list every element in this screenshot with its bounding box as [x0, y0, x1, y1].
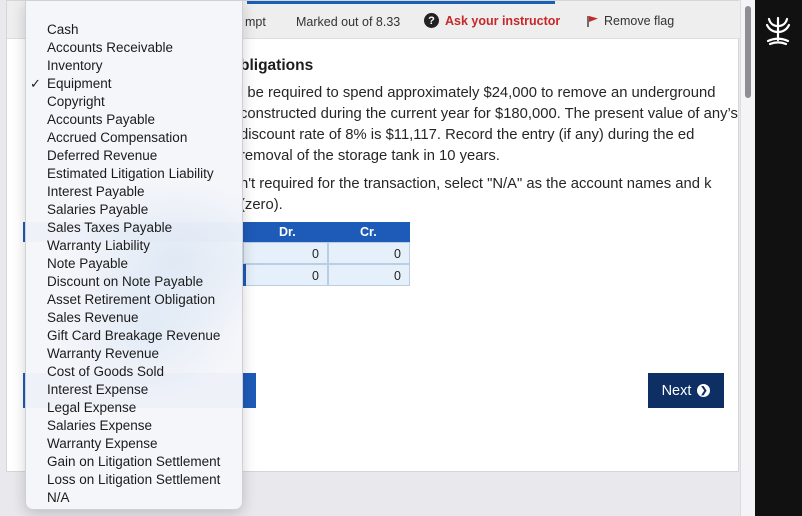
dropdown-option-label: Equipment	[47, 76, 112, 91]
dropdown-option[interactable]: Warranty Liability	[26, 237, 242, 255]
dropdown-option-label: Cost of Goods Sold	[47, 364, 165, 379]
dropdown-option-label: Warranty Liability	[47, 238, 151, 253]
dropdown-option-label: Salaries Payable	[47, 202, 149, 217]
dropdown-option[interactable]: Interest Expense	[26, 381, 242, 399]
debit-input-row-2[interactable]: 0	[243, 264, 328, 286]
dropdown-option-label: Interest Expense	[47, 382, 149, 397]
dropdown-option-label: Copyright	[47, 94, 105, 109]
remove-flag-button[interactable]: Remove flag	[587, 14, 674, 28]
question-mark-icon: ?	[424, 13, 439, 28]
dropdown-option[interactable]: Copyright	[26, 93, 242, 111]
dropdown-option[interactable]: Interest Payable	[26, 183, 242, 201]
account-dropdown-menu[interactable]: Cash Accounts Receivable Inventory ✓ Equipme…	[25, 0, 243, 510]
scrollbar-thumb[interactable]	[745, 6, 751, 98]
dropdown-option-label: Sales Revenue	[47, 310, 139, 325]
brand-logo-icon	[765, 16, 791, 46]
dropdown-option[interactable]: Cash	[26, 21, 242, 39]
marked-out-of: Marked out of 8.33	[296, 15, 401, 29]
flag-icon	[587, 15, 598, 27]
dropdown-option[interactable]: Sales Revenue	[26, 309, 242, 327]
dropdown-option-label: Gain on Litigation Settlement	[47, 454, 221, 469]
dropdown-option-label: Warranty Expense	[47, 436, 158, 451]
dropdown-option-label: Accrued Compensation	[47, 130, 188, 145]
dropdown-option-label: Gift Card Breakage Revenue	[47, 328, 221, 343]
progress-line	[247, 1, 555, 4]
dropdown-option[interactable]: Discount on Note Payable	[26, 273, 242, 291]
account-select-focus-edge	[243, 264, 246, 286]
next-label: Next	[661, 382, 692, 399]
dropdown-option[interactable]: Accounts Payable	[26, 111, 242, 129]
dropdown-option-label: N/A	[47, 490, 70, 505]
dropdown-option[interactable]: ✓ Equipment	[26, 75, 242, 93]
dr-column-header: Dr.	[279, 225, 296, 239]
ask-instructor-label: Ask your instructor	[445, 13, 561, 28]
dropdown-option-label: Deferred Revenue	[47, 148, 158, 163]
remove-flag-label: Remove flag	[604, 14, 675, 28]
right-side-panel	[755, 0, 802, 516]
dropdown-option[interactable]: Deferred Revenue	[26, 147, 242, 165]
cr-column-header: Cr.	[360, 225, 377, 239]
dropdown-option[interactable]: Warranty Expense	[26, 435, 242, 453]
dropdown-option-label: Discount on Note Payable	[47, 274, 204, 289]
attempt-text: mpt	[245, 15, 266, 29]
dropdown-option[interactable]: Warranty Revenue	[26, 345, 242, 363]
dropdown-option-label: Cash	[47, 22, 79, 37]
dropdown-option-label: Sales Taxes Payable	[47, 220, 173, 235]
debit-input-row-1[interactable]: 0	[243, 242, 328, 264]
dropdown-option-label: Accounts Receivable	[47, 40, 174, 55]
dropdown-option[interactable]: Asset Retirement Obligation	[26, 291, 242, 309]
instruction-text: n't required for the transaction, select…	[240, 176, 712, 213]
credit-input-row-2[interactable]: 0	[328, 264, 410, 286]
dropdown-option-label: Interest Payable	[47, 184, 145, 199]
dropdown-option[interactable]: Sales Taxes Payable	[26, 219, 242, 237]
question-text: l be required to spend approximately $24…	[240, 85, 738, 164]
ask-instructor-link[interactable]: ? Ask your instructor	[424, 13, 560, 28]
dropdown-option[interactable]: Estimated Litigation Liability	[26, 165, 242, 183]
dropdown-option-label: Estimated Litigation Liability	[47, 166, 214, 181]
dropdown-option[interactable]: Gain on Litigation Settlement	[26, 453, 242, 471]
dropdown-option-label: Asset Retirement Obligation	[47, 292, 216, 307]
dropdown-option-label: Accounts Payable	[47, 112, 156, 127]
dropdown-option-label: Inventory	[47, 58, 103, 73]
dropdown-option[interactable]: Accounts Receivable	[26, 39, 242, 57]
checkmark-icon: ✓	[30, 76, 41, 91]
dropdown-option-label: Loss on Litigation Settlement	[47, 472, 221, 487]
dropdown-option-label: Note Payable	[47, 256, 129, 271]
dropdown-option-label: Warranty Revenue	[47, 346, 160, 361]
dropdown-option[interactable]: Accrued Compensation	[26, 129, 242, 147]
dropdown-option[interactable]: Note Payable	[26, 255, 242, 273]
question-heading: bligations	[240, 57, 314, 74]
dropdown-option[interactable]: Inventory	[26, 57, 242, 75]
dropdown-option[interactable]: Salaries Expense	[26, 417, 242, 435]
dropdown-option[interactable]: Cost of Goods Sold	[26, 363, 242, 381]
dropdown-option[interactable]: N/A	[26, 489, 242, 507]
dropdown-option[interactable]: Legal Expense	[26, 399, 242, 417]
dropdown-option[interactable]: Loss on Litigation Settlement	[26, 471, 242, 489]
next-button[interactable]: Next ❯	[648, 373, 724, 408]
dropdown-option[interactable]: Gift Card Breakage Revenue	[26, 327, 242, 345]
dropdown-option[interactable]: Salaries Payable	[26, 201, 242, 219]
chevron-right-icon: ❯	[697, 384, 711, 397]
credit-input-row-1[interactable]: 0	[328, 242, 410, 264]
dropdown-option-label: Salaries Expense	[47, 418, 153, 433]
dropdown-option-label: Legal Expense	[47, 400, 137, 415]
scrollbar[interactable]	[740, 0, 755, 516]
